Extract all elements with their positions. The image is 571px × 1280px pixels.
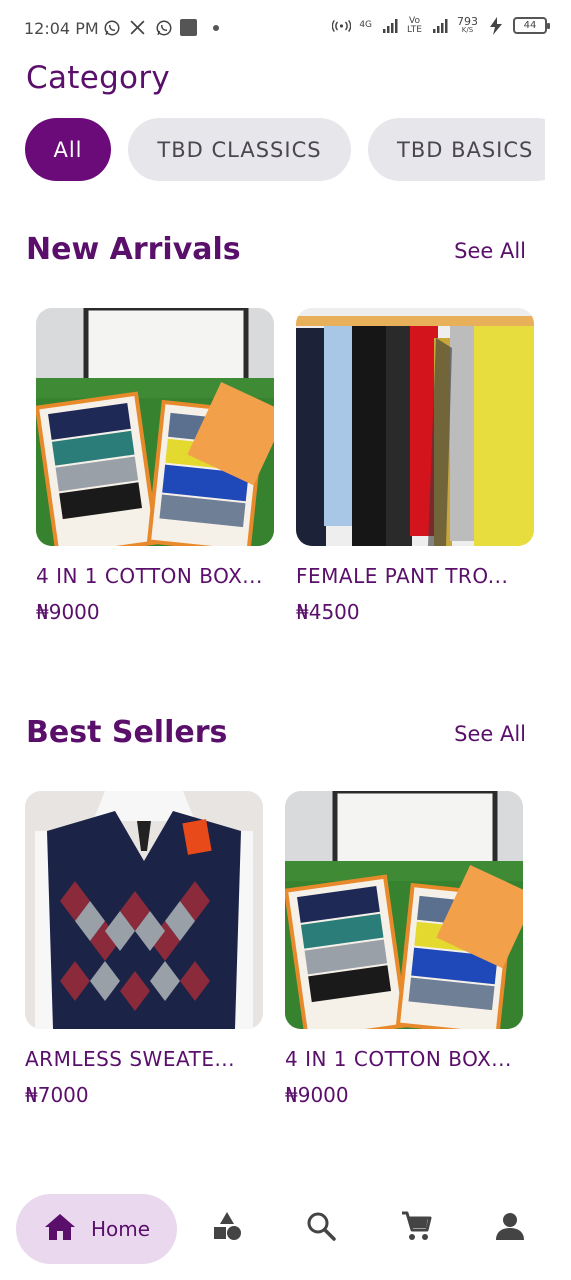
whatsapp-icon (154, 18, 173, 37)
product-name: ARMLESS SWEATE... (25, 1047, 236, 1071)
battery-level: 44 (523, 20, 537, 31)
product-card[interactable]: FEMALE PANT TRO... ₦4500 (296, 308, 534, 624)
signal-icon (380, 16, 399, 35)
hotspot-icon (332, 16, 352, 35)
new-arrivals-see-all-link[interactable]: See All (454, 239, 526, 263)
argyle-sweater-photo[interactable] (25, 791, 263, 1029)
profile-icon (495, 1211, 525, 1245)
notification-icons (102, 18, 219, 37)
category-chips: All TBD CLASSICS TBD BASICS (25, 118, 545, 182)
x-icon (128, 18, 147, 37)
volte-indicator: Vo LTE (407, 15, 422, 35)
network-type: 4G (359, 20, 373, 30)
chip-all[interactable]: All (25, 118, 111, 181)
system-icons: 4G Vo LTE 793 K/S 44 (332, 14, 550, 35)
data-speed: 793 K/S (457, 14, 478, 35)
battery-icon: 44 (513, 17, 550, 34)
data-speed-unit: K/S (461, 25, 474, 34)
charging-icon (486, 16, 505, 35)
product-price: ₦7000 (25, 1083, 89, 1107)
status-time: 12:04 PM (24, 19, 99, 38)
nav-categories-button[interactable] (209, 1210, 245, 1246)
product-name: FEMALE PANT TRO... (296, 564, 509, 588)
product-name: 4 IN 1 COTTON BOX... (285, 1047, 512, 1071)
chip-tbd-classics[interactable]: TBD CLASSICS (128, 118, 351, 181)
best-sellers-title: Best Sellers (26, 715, 228, 750)
nav-profile-button[interactable] (492, 1210, 528, 1246)
home-icon (44, 1213, 76, 1245)
data-speed-value: 793 (457, 14, 478, 28)
whatsapp-icon (102, 18, 121, 37)
nav-home-button[interactable]: Home (16, 1194, 177, 1264)
nav-search-button[interactable] (303, 1210, 339, 1246)
product-card[interactable]: ARMLESS SWEATE... ₦7000 (25, 791, 263, 1107)
search-icon (306, 1211, 336, 1245)
bottom-navigation: Home (0, 1190, 571, 1270)
product-price: ₦4500 (296, 600, 360, 624)
new-arrivals-title: New Arrivals (26, 232, 241, 267)
product-name: 4 IN 1 COTTON BOX... (36, 564, 263, 588)
nav-home-label: Home (91, 1217, 151, 1241)
trousers-rack-photo[interactable] (296, 308, 534, 546)
app-notification-icon (180, 19, 197, 36)
more-notifications-icon (213, 24, 219, 31)
category-icon (211, 1210, 243, 1246)
signal-icon (430, 16, 449, 35)
status-bar: 12:04 PM 4G Vo LTE 793 K/S 44 (0, 0, 571, 58)
product-price: ₦9000 (285, 1083, 349, 1107)
nav-cart-button[interactable] (398, 1210, 434, 1246)
chip-tbd-basics[interactable]: TBD BASICS (368, 118, 545, 181)
product-card[interactable]: 4 IN 1 COTTON BOX... ₦9000 (285, 791, 523, 1107)
category-title: Category (26, 60, 171, 96)
cart-icon (400, 1210, 432, 1246)
product-price: ₦9000 (36, 600, 100, 624)
boxer-pack-photo[interactable] (36, 308, 274, 546)
best-sellers-see-all-link[interactable]: See All (454, 722, 526, 746)
product-card[interactable]: 4 IN 1 COTTON BOX... ₦9000 (36, 308, 274, 624)
boxer-pack-photo[interactable] (285, 791, 523, 1029)
